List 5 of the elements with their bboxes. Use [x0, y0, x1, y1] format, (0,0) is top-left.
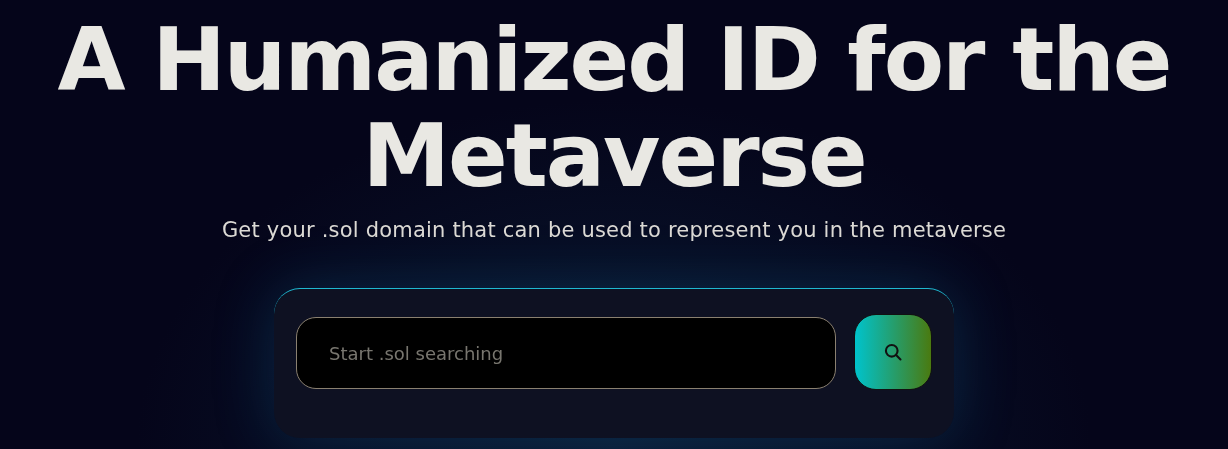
search-button[interactable]: [854, 314, 932, 390]
subtitle: Get your .sol domain that can be used to represent you in the metaverse: [221, 218, 1007, 242]
search-icon: [883, 342, 903, 362]
search-field[interactable]: Start .sol searching: [296, 317, 836, 389]
headline: A Humanized ID for the Metaverse: [56, 12, 1172, 204]
